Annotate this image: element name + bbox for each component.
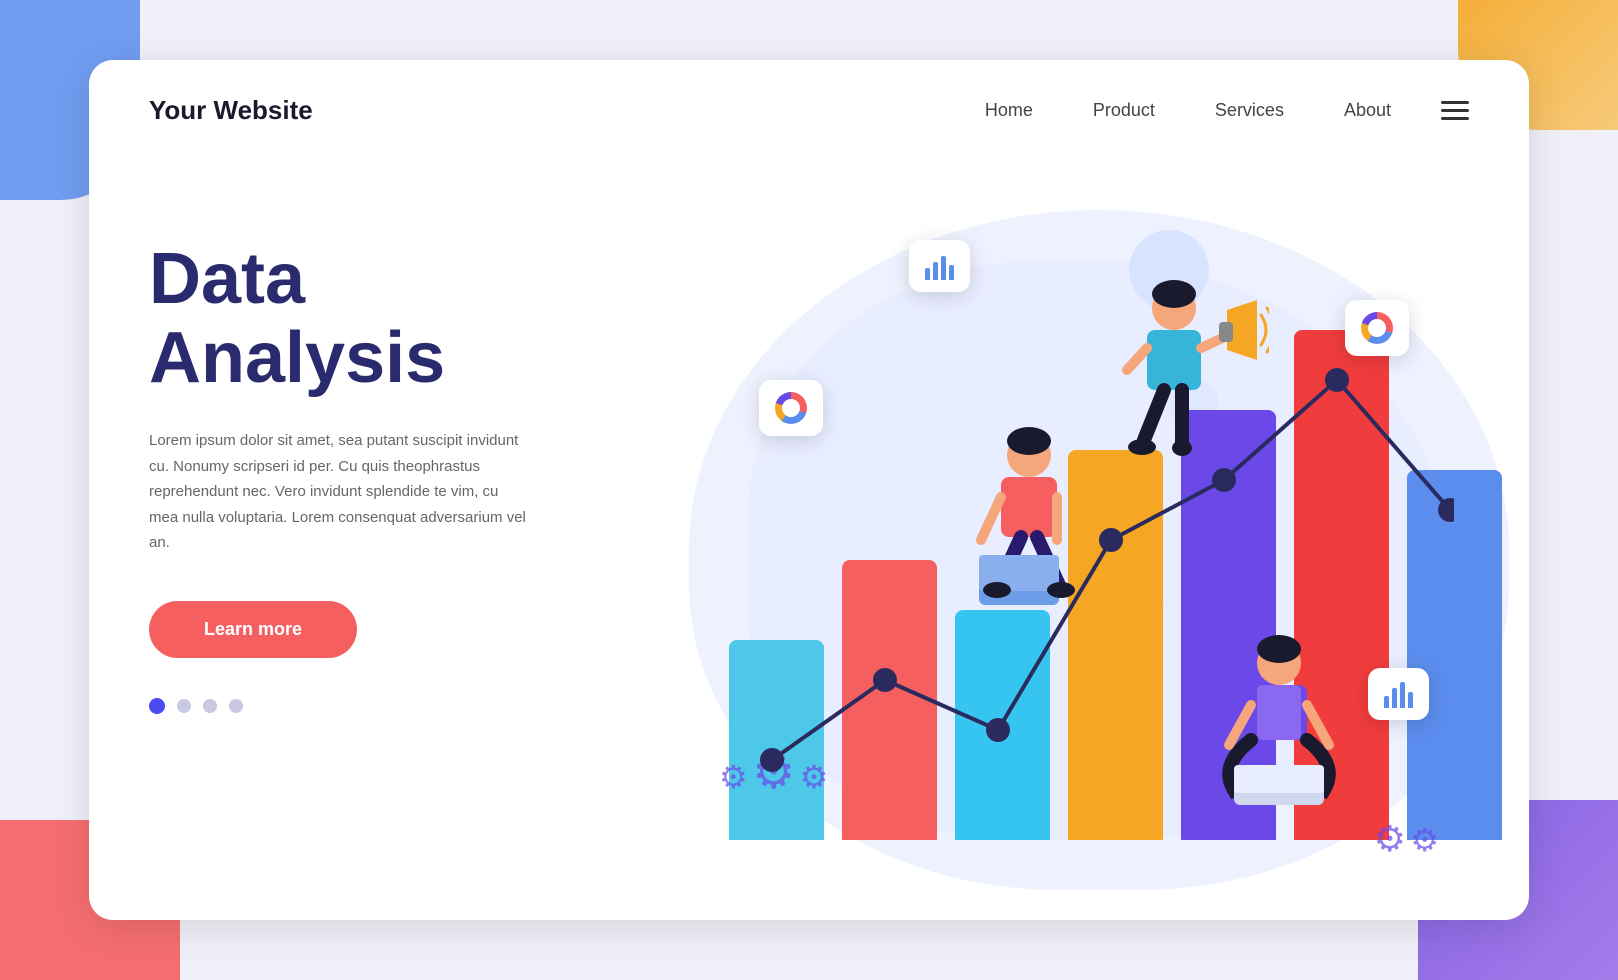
float-card-bars-1 <box>909 240 970 292</box>
main-card: Your Website Home Product Services About <box>89 60 1529 920</box>
nav-link-product[interactable]: Product <box>1093 100 1155 120</box>
donut-chart-icon <box>775 392 807 424</box>
person-2-svg <box>1109 280 1269 480</box>
line-dot-3 <box>986 718 1010 742</box>
nav-item-home[interactable]: Home <box>985 100 1033 121</box>
line-dot-6 <box>1325 368 1349 392</box>
line-dot-1 <box>760 748 784 772</box>
hero-title: Data Analysis <box>149 240 629 398</box>
main-content: Data Analysis Lorem ipsum dolor sit amet… <box>89 160 1529 920</box>
dot-2[interactable] <box>177 699 191 713</box>
person-figure-2 <box>1109 280 1269 485</box>
nav-links: Home Product Services About <box>985 100 1391 121</box>
donut-chart-icon-2 <box>1361 312 1393 344</box>
nav-link-services[interactable]: Services <box>1215 100 1284 120</box>
illustration-section: ⚙ ⚙ ⚙ ⚙ ⚙ <box>629 180 1469 920</box>
dot-3[interactable] <box>203 699 217 713</box>
hero-title-line1: Data <box>149 239 305 319</box>
bar-chart-icon <box>925 252 954 280</box>
person-figure-1 <box>959 425 1099 630</box>
hamburger-menu[interactable] <box>1441 101 1469 120</box>
float-card-donut-2 <box>1345 300 1409 356</box>
person-figure-3 <box>1199 635 1359 820</box>
bar-chart-icon-2 <box>1384 680 1413 708</box>
dot-4[interactable] <box>229 699 243 713</box>
learn-more-button[interactable]: Learn more <box>149 601 357 658</box>
logo[interactable]: Your Website <box>149 95 313 126</box>
line-dot-2 <box>873 668 897 692</box>
nav-link-about[interactable]: About <box>1344 100 1391 120</box>
nav-item-product[interactable]: Product <box>1093 100 1155 121</box>
left-section: Data Analysis Lorem ipsum dolor sit amet… <box>149 180 629 714</box>
person-3-svg <box>1199 635 1359 815</box>
nav-item-services[interactable]: Services <box>1215 100 1284 121</box>
float-card-donut <box>759 380 823 436</box>
line-dot-4 <box>1099 528 1123 552</box>
dot-1[interactable] <box>149 698 165 714</box>
hero-title-line2: Analysis <box>149 318 445 398</box>
nav-link-home[interactable]: Home <box>985 100 1033 120</box>
navbar: Your Website Home Product Services About <box>89 60 1529 160</box>
pagination-dots <box>149 698 629 714</box>
nav-item-about[interactable]: About <box>1344 100 1391 121</box>
person-1-svg <box>959 425 1099 625</box>
float-card-bars-2 <box>1368 668 1429 720</box>
hero-description: Lorem ipsum dolor sit amet, sea putant s… <box>149 428 529 556</box>
